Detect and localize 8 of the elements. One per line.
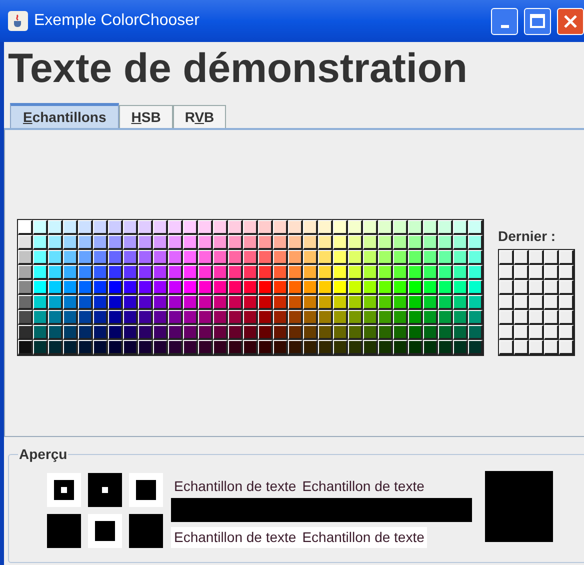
window-title: Exemple ColorChooser xyxy=(34,11,200,31)
demo-heading: Texte de démonstration xyxy=(7,44,468,93)
tab[interactable]: HSB xyxy=(119,105,173,128)
tab[interactable]: RVB xyxy=(172,105,226,128)
sample-text: Echantillon de texte xyxy=(171,527,300,548)
sample-text: Echantillon de texte xyxy=(299,527,428,548)
tab[interactable]: Echantillons xyxy=(10,103,120,128)
recent-label: Dernier : xyxy=(498,227,557,246)
